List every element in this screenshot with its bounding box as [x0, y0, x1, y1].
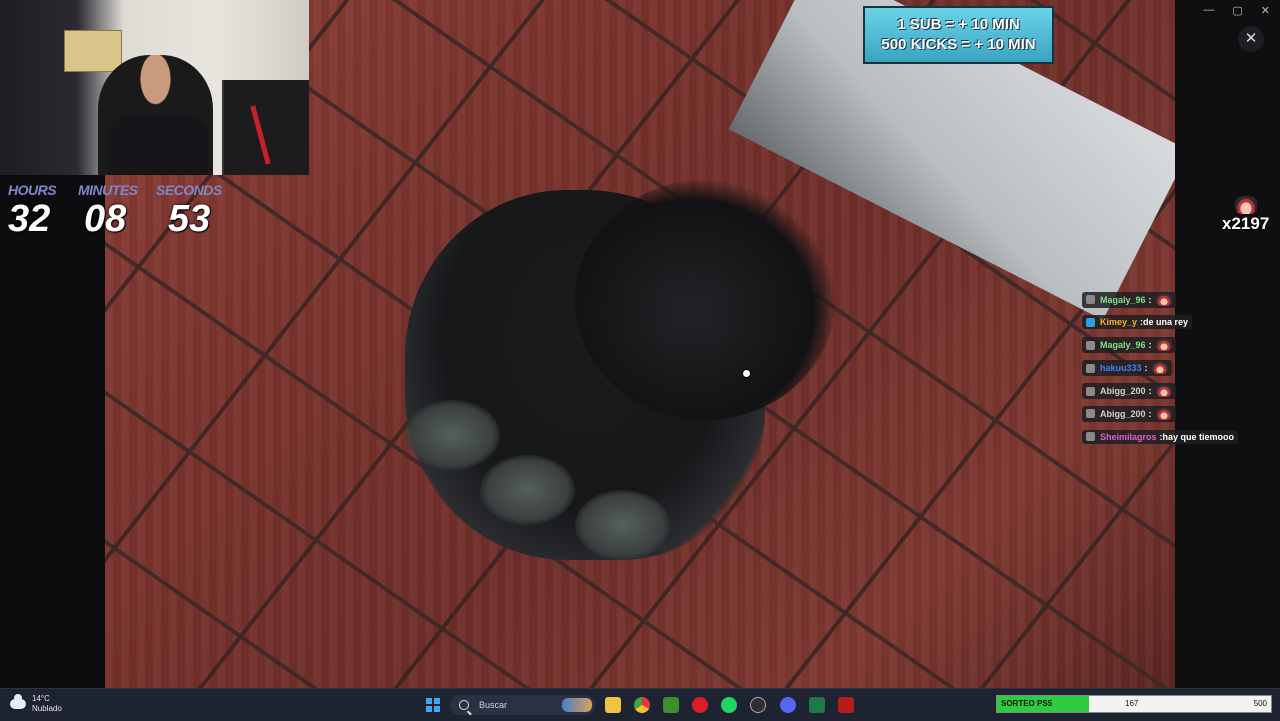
chat-message-body: hakuu333:: [1082, 360, 1172, 377]
chat-separator: :: [1148, 386, 1152, 397]
chat-text: de una rey: [1143, 317, 1189, 328]
chat-message: Abigg_200:: [1082, 403, 1272, 424]
discord-icon[interactable]: [780, 697, 796, 713]
chat-message: Magaly_96:: [1082, 289, 1272, 310]
windows-logo-icon: [426, 698, 433, 705]
weather-text: 14°C Nublado: [32, 694, 62, 714]
chat-message: hakuu333:: [1082, 358, 1272, 379]
minutes-label: MINUTES: [78, 182, 138, 198]
app-icon[interactable]: [809, 697, 825, 713]
chat-message: Sheimilagros: hay que tiemooo: [1082, 426, 1272, 447]
search-placeholder: Buscar: [479, 700, 508, 710]
ps5-label: SORTEO PS5: [1001, 699, 1053, 708]
ps5-max: 500: [1253, 699, 1267, 708]
chat-text: hay que tiemooo: [1162, 431, 1235, 442]
ps5-current: 167: [1125, 699, 1139, 708]
emote-icon: [1155, 385, 1172, 398]
maximize-icon[interactable]: ▢: [1232, 4, 1242, 17]
emote-icon: [1155, 293, 1172, 306]
chat-message: Kimey_y: de una rey: [1082, 312, 1272, 333]
dog-paw-right: [575, 490, 670, 560]
minimize-icon[interactable]: —: [1203, 4, 1214, 17]
chat-username[interactable]: Kimey_y: [1100, 317, 1137, 327]
banner-line-1: 1 SUB = + 10 MIN: [897, 16, 1020, 33]
hours-block: HOURS 32: [8, 182, 78, 238]
chat-separator: :: [1148, 408, 1152, 419]
seconds-value: 53: [168, 198, 211, 240]
search-highlight-icon: [562, 698, 592, 712]
search-box[interactable]: Buscar: [450, 695, 595, 715]
webcam-overlay: [0, 0, 309, 175]
dog-head: [575, 180, 835, 420]
weather-desc: Nublado: [32, 704, 62, 713]
mouse-cursor: [742, 369, 751, 378]
sub-kicks-banner: 1 SUB = + 10 MIN 500 KICKS = + 10 MIN: [863, 6, 1054, 64]
emote-icon: [1155, 407, 1172, 420]
avatar-icon: [1234, 196, 1257, 214]
ps5-giveaway-bar: SORTEO PS5 167 500: [996, 695, 1272, 713]
counter-value: x2197: [1222, 214, 1270, 233]
close-window-icon[interactable]: ✕: [1261, 4, 1270, 17]
chat-separator: :: [1148, 340, 1152, 351]
stream-icon[interactable]: [838, 697, 854, 713]
search-icon: [459, 700, 469, 710]
cloud-icon: [10, 694, 26, 709]
chat-username[interactable]: hakuu333: [1100, 363, 1142, 373]
subathon-timer: HOURS 32 MINUTES 08 SECONDS 53: [4, 182, 224, 242]
minutes-value: 08: [84, 198, 127, 240]
seconds-label: SECONDS: [156, 182, 222, 198]
chat-message-body: Abigg_200:: [1082, 383, 1176, 400]
emote-icon: [1151, 362, 1168, 375]
chat-message-body: Abigg_200:: [1082, 405, 1176, 422]
minecraft-icon[interactable]: [663, 697, 679, 713]
weather-temp: 14°C: [32, 694, 50, 703]
chat-user-icon: [1086, 295, 1095, 304]
hours-label: HOURS: [8, 182, 57, 198]
cam-board: [64, 30, 122, 72]
close-icon[interactable]: ✕: [1238, 26, 1264, 52]
taskbar: 14°C Nublado Buscar SORTEO PS5 167 500: [0, 688, 1280, 721]
chat-user-icon: [1086, 432, 1095, 442]
chat-message-body: Magaly_96:: [1082, 291, 1176, 308]
seconds-block: SECONDS 53: [156, 182, 226, 238]
dog-paw-left: [405, 400, 500, 470]
chat-separator: :: [1144, 363, 1148, 374]
chat-username[interactable]: Magaly_96: [1100, 295, 1146, 305]
spotify-icon[interactable]: [721, 697, 737, 713]
opera-icon[interactable]: [692, 697, 708, 713]
obs-icon[interactable]: [750, 697, 766, 713]
window-controls: — ▢ ✕: [1203, 4, 1270, 17]
chat-username[interactable]: Abigg_200: [1100, 409, 1146, 419]
chat-user-icon: [1086, 363, 1095, 373]
file-explorer-icon[interactable]: [605, 697, 621, 713]
hours-value: 32: [8, 198, 51, 240]
chat-username[interactable]: Magaly_96: [1100, 340, 1146, 350]
minutes-block: MINUTES 08: [78, 182, 148, 238]
chat-username[interactable]: Sheimilagros: [1100, 432, 1157, 442]
chat-message: Magaly_96:: [1082, 335, 1272, 356]
chat-message: Abigg_200:: [1082, 381, 1272, 402]
start-button[interactable]: [426, 698, 440, 712]
cam-shirt: [108, 115, 208, 175]
chat-user-icon: [1086, 386, 1095, 396]
emote-icon: [1155, 339, 1172, 352]
weather-widget[interactable]: 14°C Nublado: [10, 694, 62, 714]
dog-paw-back: [480, 455, 575, 525]
left-dim-area: [0, 175, 105, 688]
chat-message-body: Sheimilagros: hay que tiemooo: [1082, 429, 1239, 444]
chrome-icon[interactable]: [634, 697, 650, 713]
chat-badge-icon: [1086, 317, 1095, 327]
chat-user-icon: [1086, 409, 1095, 419]
chat-user-icon: [1086, 340, 1095, 350]
chat-message-body: Magaly_96:: [1082, 337, 1176, 354]
chat-separator: :: [1148, 294, 1152, 305]
chat-overlay: Magaly_96: Kimey_y: de una rey Magaly_96:…: [1082, 289, 1272, 449]
emote-counter: x2197: [1222, 196, 1269, 234]
banner-line-2: 500 KICKS = + 10 MIN: [881, 36, 1036, 53]
chat-username[interactable]: Abigg_200: [1100, 386, 1146, 396]
chat-message-body: Kimey_y: de una rey: [1082, 315, 1193, 330]
